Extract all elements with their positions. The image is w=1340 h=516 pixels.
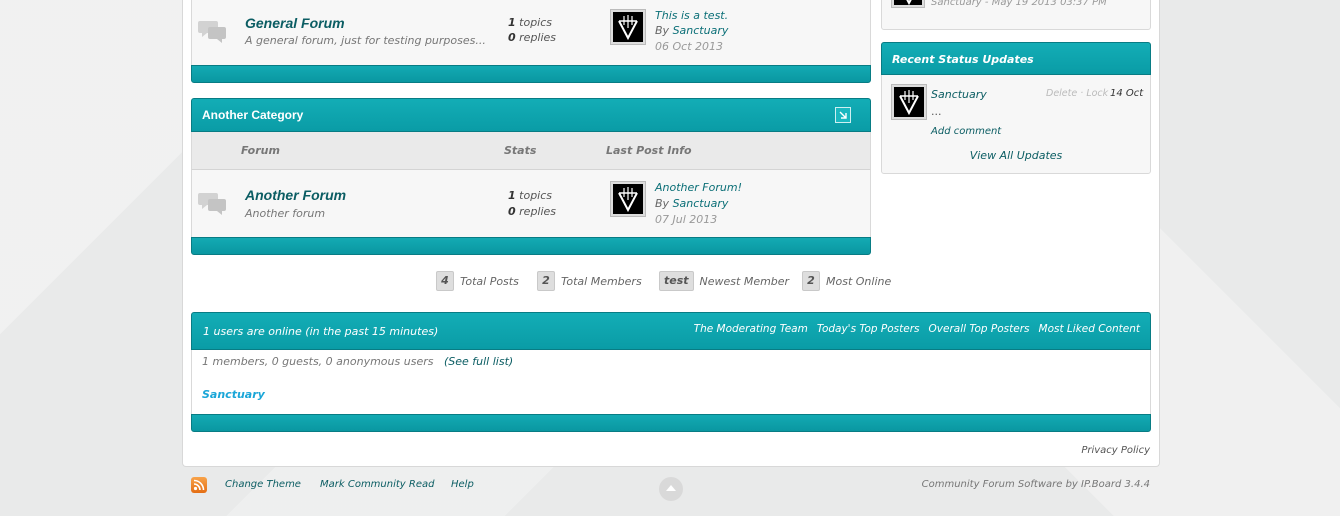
status-delete-link[interactable]: Delete <box>1046 88 1077 99</box>
stat-value[interactable]: test <box>659 271 694 291</box>
forum-replies-stat: 0 replies <box>508 205 557 218</box>
stat-label: Newest Member <box>699 274 790 288</box>
last-poster-avatar[interactable] <box>610 9 646 45</box>
online-users-body: 1 members, 0 guests, 0 anonymous users (… <box>191 350 1151 414</box>
column-header-forum: Forum <box>241 144 280 157</box>
stat-value: 2 <box>537 271 555 291</box>
online-users-header: 1 users are online (in the past 15 minut… <box>191 312 1151 350</box>
forum-read-icon <box>198 193 226 215</box>
status-lock-link[interactable]: Lock <box>1086 88 1108 99</box>
forum-title-link[interactable]: General Forum <box>245 15 345 31</box>
help-link[interactable]: Help <box>451 479 474 490</box>
last-post-title[interactable]: Another Forum! <box>655 181 742 194</box>
status-author-link[interactable]: Sanctuary <box>931 88 987 101</box>
stat-label: Most Online <box>826 274 892 288</box>
online-summary: 1 members, 0 guests, 0 anonymous users <box>202 355 434 368</box>
forum-description: A general forum, just for testing purpos… <box>245 34 486 47</box>
avatar-logo-icon <box>618 15 638 41</box>
category-footer-bar <box>191 65 871 83</box>
online-summary-row: 1 members, 0 guests, 0 anonymous users (… <box>202 355 513 368</box>
status-author-avatar[interactable] <box>891 84 927 120</box>
forum-read-icon <box>198 21 226 43</box>
stat-label: Total Members <box>561 274 642 288</box>
todays-top-posters-link[interactable]: Today's Top Posters <box>817 323 920 335</box>
avatar-logo-icon <box>899 90 919 116</box>
see-full-list-link[interactable]: (See full list) <box>444 355 513 368</box>
stat-value: 2 <box>802 271 820 291</box>
forum-row-general: General Forum A general forum, just for … <box>191 0 871 65</box>
stat-newest-member[interactable]: test Newest Member <box>659 271 789 291</box>
online-links: The Moderating Team Today's Top Posters … <box>694 323 1140 335</box>
column-header-row: Forum Stats Last Post Info <box>191 132 871 170</box>
sidebar-avatar[interactable] <box>891 0 925 8</box>
category-title[interactable]: Another Category <box>202 108 303 122</box>
stat-value: 4 <box>436 271 454 291</box>
sidebar-previous-block: Sanctuary - May 19 2013 03:37 PM <box>881 0 1151 30</box>
last-poster-avatar[interactable] <box>610 181 646 217</box>
category-header: Another Category <box>191 98 871 132</box>
add-comment-link[interactable]: Add comment <box>931 126 1001 137</box>
privacy-policy-link[interactable]: Privacy Policy <box>1081 445 1150 456</box>
category-footer-bar <box>191 237 871 255</box>
online-footer-bar <box>191 414 1151 432</box>
stat-label: Total Posts <box>460 274 519 288</box>
most-liked-content-link[interactable]: Most Liked Content <box>1039 323 1140 335</box>
column-header-stats: Stats <box>504 144 537 157</box>
moderating-team-link[interactable]: The Moderating Team <box>694 323 808 335</box>
forum-topics-stat: 1 topics <box>508 189 553 202</box>
forum-row-another: Another Forum Another forum 1 topics 0 r… <box>191 170 871 237</box>
online-user-link[interactable]: Sanctuary <box>202 388 265 401</box>
overall-top-posters-link[interactable]: Overall Top Posters <box>929 323 1030 335</box>
last-post-author[interactable]: Sanctuary <box>673 24 729 37</box>
stat-total-members: 2 Total Members <box>537 271 642 291</box>
status-text: ... <box>931 105 942 118</box>
view-all-updates-link[interactable]: View All Updates <box>881 149 1151 162</box>
forum-replies-stat: 0 replies <box>508 31 557 44</box>
mark-community-read-link[interactable]: Mark Community Read <box>320 479 434 490</box>
last-post-date: 07 Jul 2013 <box>655 213 718 226</box>
column-header-last-post: Last Post Info <box>606 144 692 157</box>
back-to-top-button[interactable] <box>659 477 683 501</box>
last-post-byline: By Sanctuary <box>655 197 729 210</box>
collapse-toggle-button[interactable] <box>835 107 851 123</box>
status-updates-header: Recent Status Updates <box>881 42 1151 75</box>
last-post-author[interactable]: Sanctuary <box>673 197 729 210</box>
stat-total-posts: 4 Total Posts <box>436 271 519 291</box>
stat-most-online: 2 Most Online <box>802 271 891 291</box>
sidebar-partial-entry: Sanctuary - May 19 2013 03:37 PM <box>931 0 1107 8</box>
last-post-byline: By Sanctuary <box>655 24 729 37</box>
status-action-separator: · <box>1080 88 1084 99</box>
status-updates-title: Recent Status Updates <box>892 53 1034 66</box>
software-credit: Community Forum Software by IP.Board 3.4… <box>921 479 1150 490</box>
forum-description: Another forum <box>245 207 326 220</box>
change-theme-link[interactable]: Change Theme <box>225 479 301 490</box>
collapse-icon <box>839 111 847 119</box>
avatar-logo-icon <box>618 187 638 213</box>
last-post-title[interactable]: This is a test. <box>655 9 728 22</box>
forum-title-link[interactable]: Another Forum <box>245 187 346 203</box>
online-users-title: 1 users are online (in the past 15 minut… <box>203 325 439 338</box>
status-date: 14 Oct <box>1110 88 1144 99</box>
rss-feed-icon[interactable] <box>191 477 207 493</box>
status-actions: Delete · Lock <box>1046 88 1108 99</box>
last-post-date: 06 Oct 2013 <box>655 40 724 53</box>
forum-topics-stat: 1 topics <box>508 16 553 29</box>
arrow-up-icon <box>666 485 676 491</box>
avatar-logo-icon <box>906 0 912 5</box>
